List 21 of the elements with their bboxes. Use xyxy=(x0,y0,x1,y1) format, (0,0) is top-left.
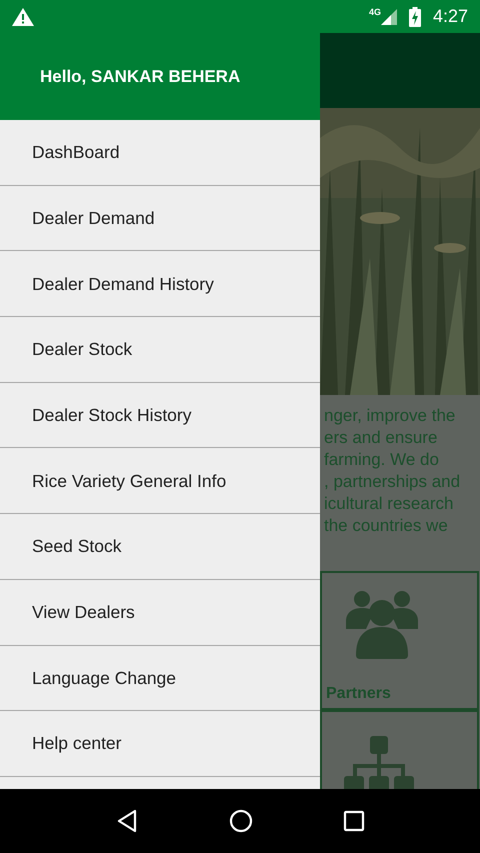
network-label: 4G xyxy=(368,6,381,19)
about-text-line: icultural research xyxy=(323,493,454,515)
menu-item[interactable]: View Dealers xyxy=(0,580,320,646)
about-text-line: , partnerships and xyxy=(323,471,462,493)
battery-charging-icon xyxy=(408,6,421,26)
hierarchy-icon xyxy=(344,736,414,789)
back-icon[interactable] xyxy=(115,809,139,833)
menu-item[interactable]: Language Change xyxy=(0,646,320,712)
about-text-line: nger, improve the xyxy=(323,405,456,427)
about-text-line: farming. We do xyxy=(323,449,440,471)
menu-item[interactable]: Help center xyxy=(0,711,320,777)
about-text-line: the countries we xyxy=(323,515,449,537)
home-icon[interactable] xyxy=(229,809,253,833)
recents-icon[interactable] xyxy=(343,810,365,832)
about-text-line: ers and ensure xyxy=(323,427,438,449)
signal-icon xyxy=(380,8,397,24)
people-icon xyxy=(344,589,420,659)
warning-icon xyxy=(12,8,34,26)
clock: 4:27 xyxy=(432,5,468,28)
greeting: Hello, SANKAR BEHERA xyxy=(40,66,240,88)
card-label: Partners xyxy=(326,684,391,704)
